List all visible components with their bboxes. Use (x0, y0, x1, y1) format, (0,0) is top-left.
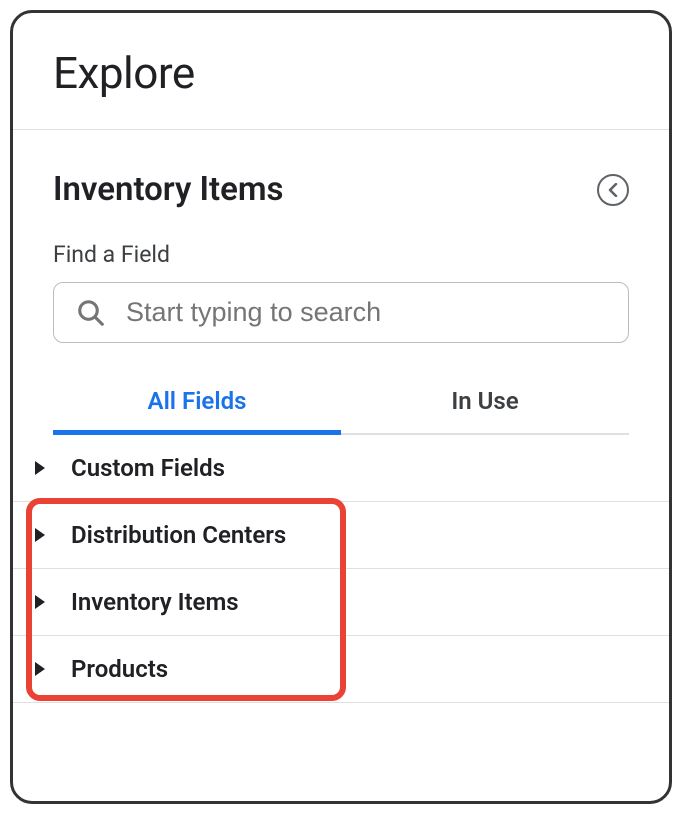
field-group-label: Distribution Centers (71, 521, 286, 549)
explore-panel: Explore Inventory Items Find a Field All… (10, 10, 672, 804)
find-field-label: Find a Field (53, 241, 629, 268)
search-box[interactable] (53, 282, 629, 343)
tab-in-use[interactable]: In Use (341, 387, 629, 433)
page-title: Explore (53, 47, 629, 99)
search-icon (76, 298, 106, 328)
field-group-inventory-items[interactable]: Inventory Items (13, 569, 669, 636)
caret-right-icon (35, 662, 45, 676)
tabs: All Fields In Use (53, 387, 629, 435)
field-group-custom-fields[interactable]: Custom Fields (13, 435, 669, 502)
caret-right-icon (35, 461, 45, 475)
search-input[interactable] (126, 297, 606, 328)
field-group-label: Products (71, 655, 168, 683)
tab-all-fields[interactable]: All Fields (53, 387, 341, 433)
caret-right-icon (35, 528, 45, 542)
field-group-label: Inventory Items (71, 588, 239, 616)
field-list: Custom Fields Distribution Centers Inven… (13, 435, 669, 703)
collapse-button[interactable] (597, 174, 629, 206)
highlighted-views: Distribution Centers Inventory Items Pro… (13, 502, 669, 703)
field-group-products[interactable]: Products (13, 636, 669, 703)
section-title: Inventory Items (53, 170, 284, 209)
header: Explore (13, 13, 669, 129)
caret-right-icon (35, 595, 45, 609)
section-header: Inventory Items (53, 170, 629, 209)
field-group-distribution-centers[interactable]: Distribution Centers (13, 502, 669, 569)
field-picker-section: Inventory Items Find a Field All Fields … (13, 130, 669, 435)
field-group-label: Custom Fields (71, 454, 225, 482)
chevron-left-icon (607, 183, 619, 197)
